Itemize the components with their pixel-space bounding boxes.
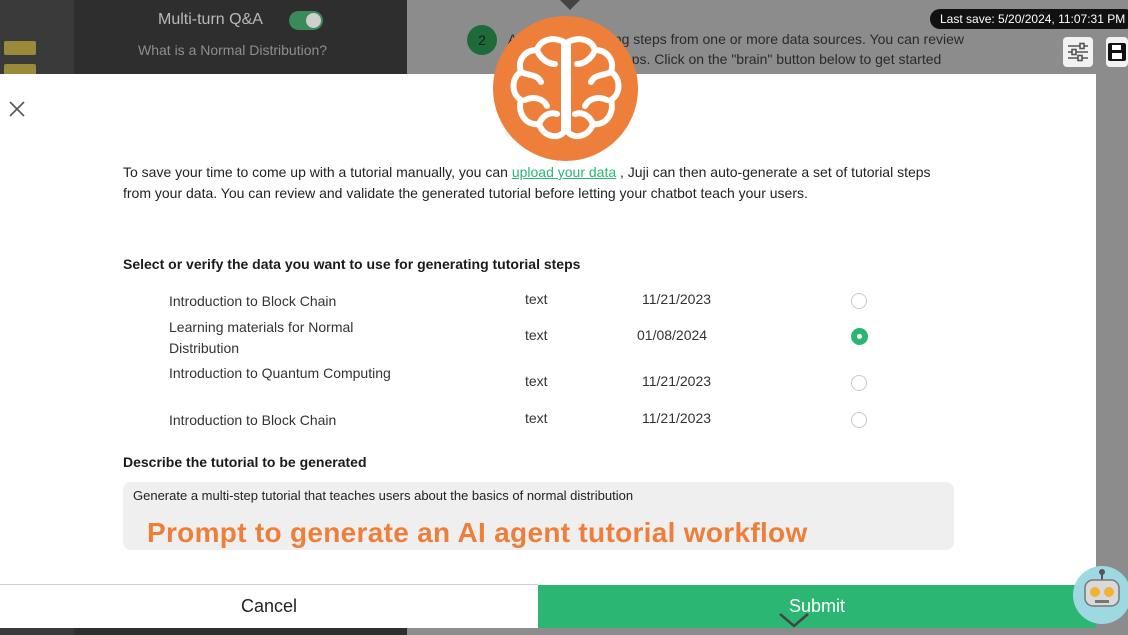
data-type: text <box>525 373 548 389</box>
cancel-button[interactable]: Cancel <box>0 585 538 628</box>
data-date: 11/21/2023 <box>642 410 712 426</box>
step-number-badge: 2 <box>467 25 497 55</box>
data-date: 11/21/2023 <box>642 373 712 389</box>
settings-button[interactable] <box>1063 37 1093 67</box>
submit-button[interactable]: Submit <box>538 585 1096 628</box>
save-icon <box>1108 43 1126 61</box>
data-type: text <box>525 410 548 426</box>
data-date: 01/08/2024 <box>637 327 708 343</box>
question-text: What is a Normal Distribution? <box>138 42 328 58</box>
upload-data-link[interactable]: upload your data <box>512 164 616 180</box>
describe-label: Describe the tutorial to be generated <box>123 454 367 470</box>
data-date: 11/21/2023 <box>642 291 712 307</box>
brain-icon <box>510 35 621 139</box>
thumbnail <box>4 41 36 55</box>
pointer-arrow <box>560 0 580 10</box>
multi-turn-toggle[interactable] <box>289 11 323 30</box>
intro-text: To save your time to come up with a tuto… <box>123 164 931 201</box>
select-data-label: Select or verify the data you want to us… <box>123 256 581 272</box>
save-button[interactable] <box>1106 37 1128 67</box>
chevron-down-icon[interactable] <box>777 610 811 630</box>
chatbot-avatar-icon <box>1084 569 1120 607</box>
data-radio-selected[interactable] <box>851 328 868 345</box>
close-icon[interactable] <box>6 98 28 120</box>
data-radio[interactable] <box>851 293 867 309</box>
data-name: Introduction to Block Chain <box>169 293 337 309</box>
settings-sliders-icon <box>1068 42 1088 62</box>
data-name: Learning materials for Normal Distributi… <box>169 319 354 356</box>
overlay-caption: Prompt to generate an AI agent tutorial … <box>147 517 808 548</box>
brain-button[interactable] <box>493 16 638 161</box>
last-save-badge: Last save: 5/20/2024, 11:07:31 PM <box>930 9 1128 29</box>
panel-title: Multi-turn Q&A <box>158 11 263 28</box>
data-radio[interactable] <box>851 375 867 391</box>
data-name: Introduction to Quantum Computing <box>169 365 391 381</box>
data-radio[interactable] <box>851 412 867 428</box>
data-type: text <box>525 327 548 343</box>
data-type: text <box>525 291 548 307</box>
data-name: Introduction to Block Chain <box>169 412 337 428</box>
chatbot-avatar-button[interactable] <box>1073 566 1128 624</box>
